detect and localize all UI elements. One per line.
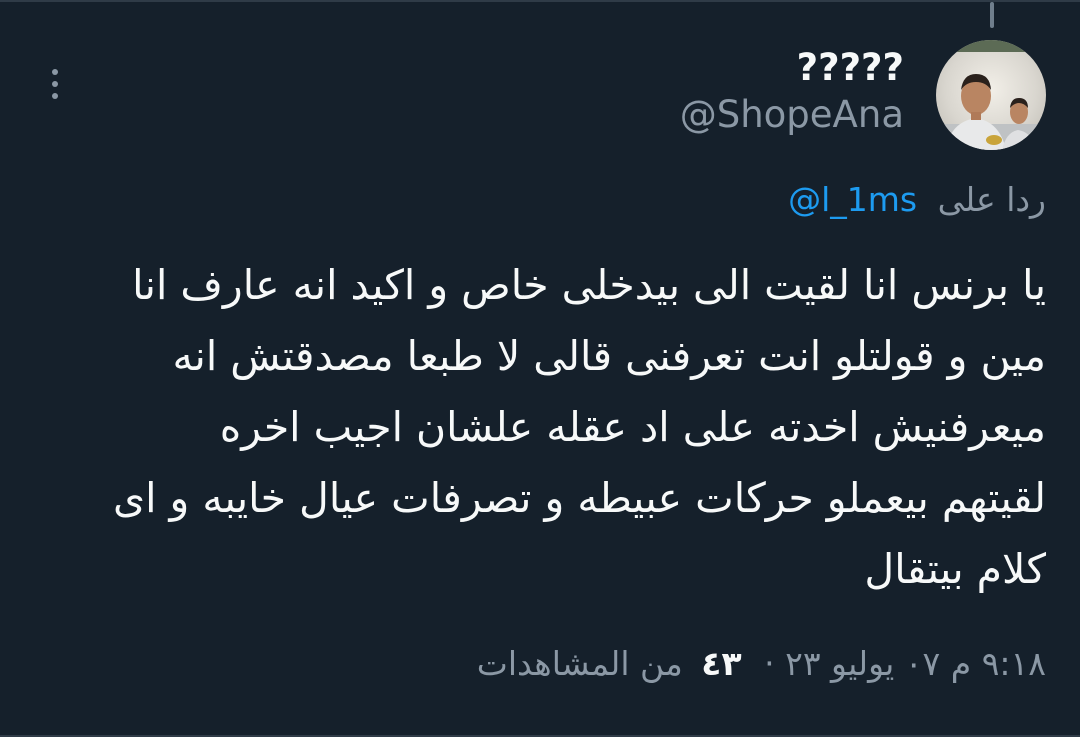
mention-link[interactable]: @l_1ms xyxy=(788,180,917,219)
author-display-name[interactable]: ????? xyxy=(797,46,904,89)
more-dot xyxy=(52,93,58,99)
avatar-photo-icon xyxy=(936,40,1046,150)
tweet-text-line: لقيتهم بيعملو حركات عبيطه و تصرفات عيال … xyxy=(113,474,1046,522)
tweet-meta: ٩:١٨ م ٠٧ يوليو ٢٣ · ٤٣ من المشاهدات xyxy=(477,644,1046,683)
tweet-text: يا برنس انا لقيت الى بيدخلى خاص و اكيد ا… xyxy=(56,250,1046,605)
tweet-text-line: يا برنس انا لقيت الى بيدخلى خاص و اكيد ا… xyxy=(132,261,1046,309)
tweet-text-line: ميعرفنيش اخدته على اد عقله علشان اجيب اخ… xyxy=(219,403,1046,451)
author-handle[interactable]: @ShopeAna xyxy=(680,93,904,136)
more-dot xyxy=(52,81,58,87)
tweet-timestamp[interactable]: ٩:١٨ م ٠٧ يوليو ٢٣ xyxy=(785,644,1046,683)
tweet-text-line: كلام بيتقال xyxy=(864,545,1046,593)
views-label: من المشاهدات xyxy=(476,644,683,683)
meta-separator: · xyxy=(764,644,775,683)
tweet-text-line: مين و قولتلو انت تعرفنى قالى لا طبعا مصد… xyxy=(172,332,1046,380)
more-dot xyxy=(52,69,58,75)
replying-to: ردا على @l_1ms xyxy=(788,180,1046,219)
views-count: ٤٣ xyxy=(701,644,742,683)
avatar[interactable] xyxy=(936,40,1046,150)
thread-connector-line xyxy=(990,2,994,28)
more-options-icon[interactable] xyxy=(38,62,72,106)
top-divider xyxy=(0,0,1080,2)
replying-to-label: ردا على xyxy=(937,180,1046,219)
